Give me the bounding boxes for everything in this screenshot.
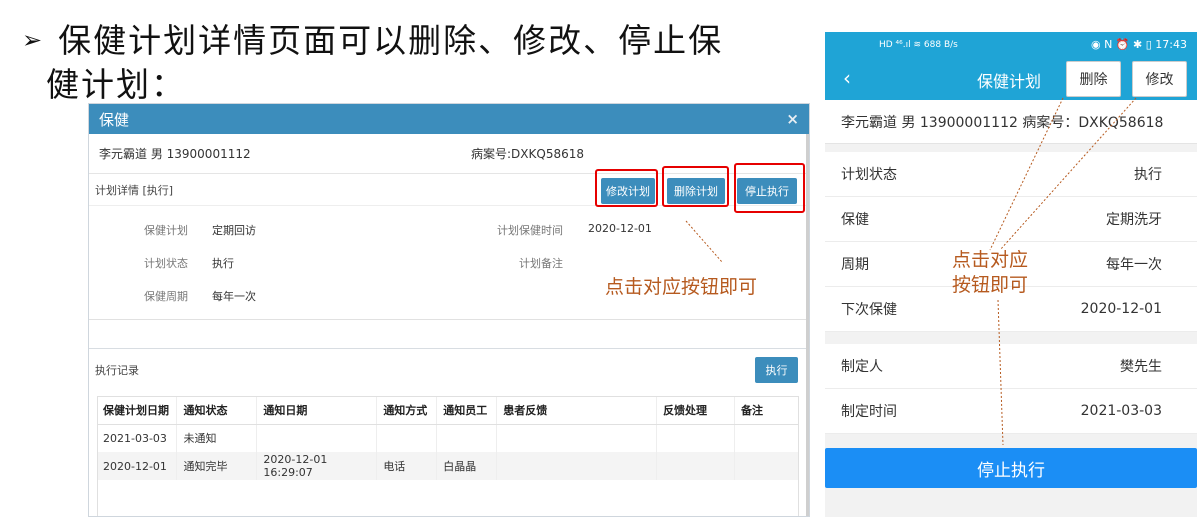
mobile-stop-button[interactable]: 停止执行 [825,448,1197,488]
scrollbar[interactable] [806,134,809,516]
modal-title: 保健 [99,110,130,129]
table-cell [256,424,378,452]
arrow-bullet-icon: ➢ [22,26,45,54]
status-label: 计划状态 [144,257,188,270]
patient-info: 李元霸道 男 13900001112 [99,147,251,161]
plan-time-label: 计划保健时间 [497,224,563,237]
mobile-annotation: 点击对应 按钮即可 [952,248,1028,298]
heading-line-2: 健计划： [46,65,186,104]
table-cell: 通知完毕 [176,452,258,480]
item-label: 下次保健 [841,302,897,318]
desktop-annotation: 点击对应按钮即可 [605,276,758,298]
list-item: 制定时间 2021-03-03 [825,389,1197,434]
table-cell [496,424,658,452]
item-value: 2020-12-01 [1080,301,1162,317]
table-cell [436,424,498,452]
modal-header: 保健 × [89,104,809,134]
item-label: 周期 [841,257,869,273]
list-item: 保健 定期洗牙 [825,197,1197,242]
status-bar: HD ⁴⁶.ıl ≋ 688 B/s ◉ N ⏰ ✱ ▯ 17:43 [825,38,1197,58]
table-row[interactable]: 2021-03-03 未通知 [97,424,799,452]
back-arrow-icon[interactable]: ‹ [843,66,851,90]
table-cell: 2021-03-03 [97,424,178,452]
column-header: 通知日期 [256,396,378,425]
item-value: 2021-03-03 [1080,403,1162,419]
spacer [825,144,1197,152]
list-item: 制定人 樊先生 [825,344,1197,389]
edit-plan-button[interactable]: 修改计划 [601,178,655,204]
table-cell: 2020-12-01 16:29:07 [256,452,378,480]
cycle-value: 每年一次 [212,290,256,303]
column-header: 反馈处理 [656,396,735,425]
item-value: 定期洗牙 [1106,212,1162,228]
spacer [825,332,1197,344]
records-table: 保健计划日期 通知状态 通知日期 通知方式 通知员工 患者反馈 反馈处理 备注 … [97,396,799,480]
column-header: 通知状态 [176,396,258,425]
column-header: 通知员工 [436,396,498,425]
column-header: 备注 [734,396,799,425]
signal-status: HD ⁴⁶.ıl ≋ 688 B/s [879,40,958,50]
case-number: 病案号:DXKQ58618 [471,147,584,161]
column-header: 患者反馈 [496,396,658,425]
list-item: 计划状态 执行 [825,152,1197,197]
table-row[interactable]: 2020-12-01 通知完毕 2020-12-01 16:29:07 电话 白… [97,452,799,480]
mobile-delete-button[interactable]: 删除 [1066,61,1121,97]
close-icon[interactable]: × [786,110,799,128]
table-cell: 2020-12-01 [97,452,178,480]
table-header-row: 保健计划日期 通知状态 通知日期 通知方式 通知员工 患者反馈 反馈处理 备注 [97,396,799,425]
section-separator [89,319,809,349]
table-cell: 未通知 [176,424,258,452]
mobile-patient-info: 李元霸道 男 13900001112 病案号：DXKQ58618 [825,100,1197,144]
execute-button[interactable]: 执行 [755,357,798,383]
heading-line-1: 保健计划详情页面可以删除、修改、停止保 [58,21,724,60]
mobile-edit-button[interactable]: 修改 [1132,61,1187,97]
item-label: 制定人 [841,359,883,375]
cycle-label: 保健周期 [144,290,188,303]
stop-plan-button[interactable]: 停止执行 [737,178,797,204]
records-title: 执行记录 [95,364,139,377]
item-value: 每年一次 [1106,257,1162,273]
clock-status: ◉ N ⏰ ✱ ▯ 17:43 [1091,38,1187,51]
bottom-spacer [825,498,1197,517]
plan-time-value: 2020-12-01 [588,222,652,235]
table-cell [656,452,735,480]
table-cell: 白晶晶 [436,452,498,480]
delete-plan-button[interactable]: 删除计划 [667,178,725,204]
plan-detail-modal: 保健 × 李元霸道 男 13900001112 病案号:DXKQ58618 计划… [88,103,810,517]
mobile-annotation-line-1: 点击对应 [952,249,1029,271]
mobile-plan-list: 计划状态 执行 保健 定期洗牙 周期 每年一次 下次保健 2020-12-01 [825,152,1197,332]
table-cell: 电话 [376,452,438,480]
item-value: 樊先生 [1120,359,1162,375]
slide-heading: ➢ 保健计划详情页面可以删除、修改、停止保 健计划： [22,18,802,107]
patient-info-row: 李元霸道 男 13900001112 病案号:DXKQ58618 [89,134,809,174]
column-header: 保健计划日期 [97,396,178,425]
item-label: 制定时间 [841,404,897,420]
item-value: 执行 [1134,167,1162,183]
plan-detail-title-text: 计划详情 [执行] [95,183,174,197]
plan-label: 保健计划 [144,224,188,237]
mobile-title: 保健计划 [977,72,1042,91]
table-cell [734,452,799,480]
plan-remark-label: 计划备注 [519,257,563,270]
table-cell [496,452,658,480]
table-cell [734,424,799,452]
column-header: 通知方式 [376,396,438,425]
plan-value: 定期回访 [212,224,256,237]
status-value: 执行 [212,257,234,270]
table-cell [376,424,438,452]
mobile-author-list: 制定人 樊先生 制定时间 2021-03-03 [825,344,1197,434]
mobile-header: HD ⁴⁶.ıl ≋ 688 B/s ◉ N ⏰ ✱ ▯ 17:43 ‹ 保健计… [825,32,1197,100]
item-label: 保健 [841,212,869,228]
table-cell [656,424,735,452]
mobile-annotation-line-2: 按钮即可 [952,274,1029,296]
item-label: 计划状态 [841,167,897,183]
